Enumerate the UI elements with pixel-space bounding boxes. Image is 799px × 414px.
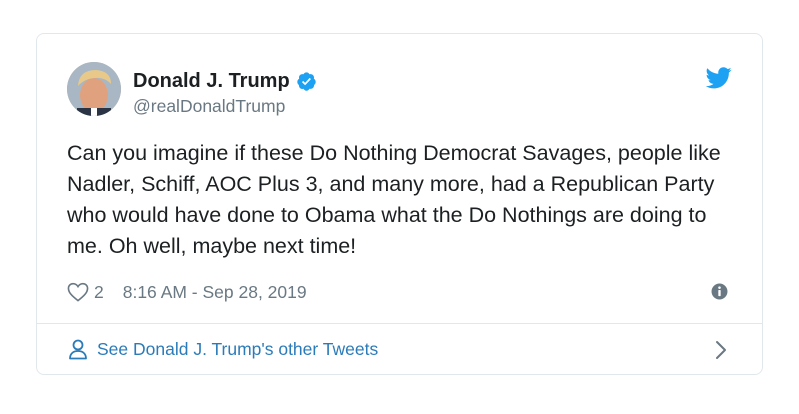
tweet-card: Donald J. Trump @realDonaldTrump Can you… xyxy=(36,33,763,375)
info-icon[interactable] xyxy=(711,283,728,300)
author-name[interactable]: Donald J. Trump xyxy=(133,70,290,93)
author-handle[interactable]: @realDonaldTrump xyxy=(133,96,317,117)
tweet-meta: 2 8:16 AM - Sep 28, 2019 xyxy=(67,280,732,304)
see-other-tweets-link[interactable]: See Donald J. Trump's other Tweets xyxy=(37,324,762,374)
person-icon xyxy=(67,338,89,360)
author-block: Donald J. Trump @realDonaldTrump xyxy=(133,69,317,117)
like-count: 2 xyxy=(94,281,104,302)
chevron-right-icon xyxy=(714,340,728,360)
heart-icon xyxy=(67,282,89,302)
twitter-bird-icon[interactable] xyxy=(705,67,732,89)
tweet-header: Donald J. Trump @realDonaldTrump xyxy=(67,62,732,118)
name-row: Donald J. Trump xyxy=(133,69,317,93)
avatar[interactable] xyxy=(67,62,121,116)
avatar-image xyxy=(67,62,121,116)
verified-badge-icon xyxy=(296,71,317,92)
tweet-text: Can you imagine if these Do Nothing Demo… xyxy=(67,141,721,258)
like-button[interactable]: 2 xyxy=(67,282,104,303)
tweet-timestamp[interactable]: 8:16 AM - Sep 28, 2019 xyxy=(123,282,307,303)
see-other-tweets-label: See Donald J. Trump's other Tweets xyxy=(97,339,379,359)
